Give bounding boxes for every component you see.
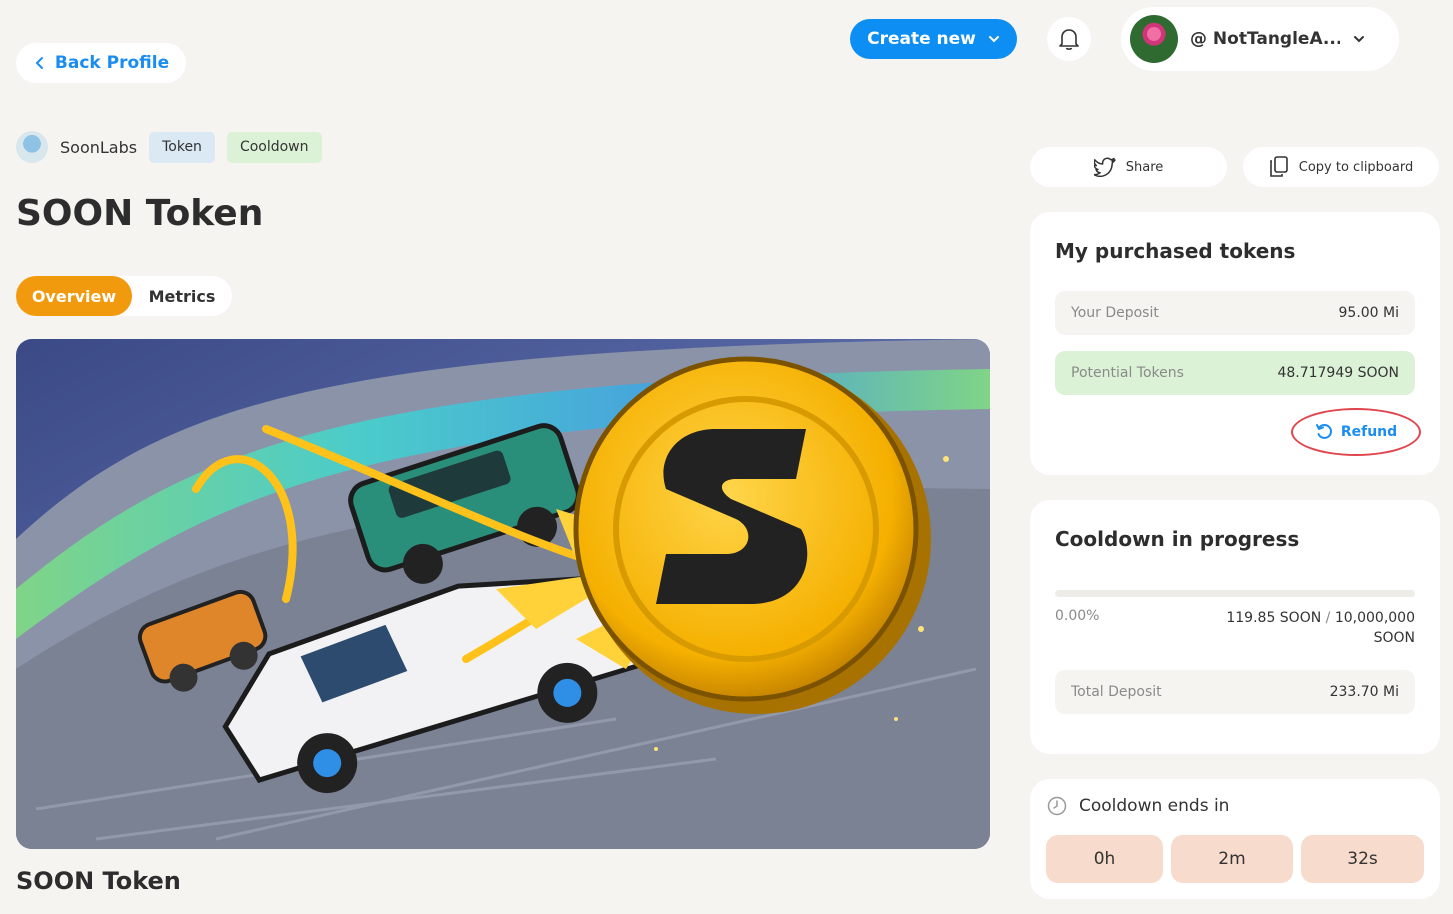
avatar bbox=[1130, 15, 1178, 63]
amount-separator: / bbox=[1325, 610, 1331, 626]
tab-metrics[interactable]: Metrics bbox=[132, 276, 232, 316]
tab-bar: Overview Metrics bbox=[16, 276, 232, 316]
breadcrumb: SoonLabs Token Cooldown bbox=[16, 131, 322, 163]
potential-tokens-value: 48.717949 SOON bbox=[1277, 365, 1399, 381]
your-deposit-value: 95.00 Mi bbox=[1338, 305, 1400, 321]
total-deposit-label: Total Deposit bbox=[1071, 684, 1162, 700]
bell-icon bbox=[1059, 29, 1079, 50]
refund-button[interactable]: Refund bbox=[1291, 408, 1421, 456]
sold-amounts: 119.85 SOON / 10,000,000 SOON bbox=[1215, 608, 1415, 648]
user-name: @ NotTangleA... bbox=[1190, 29, 1340, 49]
total-deposit-row: Total Deposit 233.70 Mi bbox=[1055, 670, 1415, 714]
notifications-button[interactable] bbox=[1047, 17, 1091, 61]
minutes-box: 2m bbox=[1171, 835, 1293, 883]
chevron-left-icon bbox=[35, 57, 43, 69]
user-menu-button[interactable]: @ NotTangleA... bbox=[1121, 7, 1399, 71]
total-unit: SOON bbox=[1373, 630, 1415, 646]
total-value: 10,000,000 bbox=[1334, 610, 1415, 626]
your-deposit-row: Your Deposit 95.00 Mi bbox=[1055, 291, 1415, 335]
potential-tokens-row: Potential Tokens 48.717949 SOON bbox=[1055, 351, 1415, 395]
cooldown-ends-header: Cooldown ends in bbox=[1047, 796, 1229, 816]
cooldown-progress-bar bbox=[1055, 590, 1415, 597]
refund-label: Refund bbox=[1340, 424, 1398, 440]
create-new-label: Create new bbox=[867, 29, 976, 49]
space-logo[interactable] bbox=[16, 131, 48, 163]
your-deposit-label: Your Deposit bbox=[1071, 305, 1159, 321]
create-new-button[interactable]: Create new bbox=[850, 19, 1017, 59]
cooldown-ends-card: Cooldown ends in 0h 2m 32s bbox=[1030, 779, 1440, 899]
chevron-down-icon bbox=[1354, 36, 1364, 43]
progress-percent: 0.00% bbox=[1055, 608, 1100, 624]
page-title: SOON Token bbox=[16, 193, 264, 234]
potential-tokens-label: Potential Tokens bbox=[1071, 365, 1184, 381]
copy-label: Copy to clipboard bbox=[1298, 159, 1414, 175]
clock-icon bbox=[1047, 796, 1067, 816]
copy-to-clipboard-button[interactable]: Copy to clipboard bbox=[1243, 147, 1439, 187]
share-label: Share bbox=[1125, 159, 1164, 175]
token-banner-image bbox=[16, 339, 990, 849]
undo-icon bbox=[1315, 423, 1332, 439]
sold-value: 119.85 SOON bbox=[1226, 610, 1322, 626]
cooldown-progress-card: Cooldown in progress 0.00% 119.85 SOON /… bbox=[1030, 500, 1440, 754]
cooldown-ends-label: Cooldown ends in bbox=[1079, 796, 1230, 816]
share-button[interactable]: Share bbox=[1030, 147, 1227, 187]
tab-overview[interactable]: Overview bbox=[16, 276, 132, 316]
total-deposit-value: 233.70 Mi bbox=[1329, 684, 1399, 700]
copy-icon bbox=[1269, 156, 1288, 177]
cooldown-title: Cooldown in progress bbox=[1055, 527, 1300, 551]
hours-box: 0h bbox=[1046, 835, 1163, 883]
section-title: SOON Token bbox=[16, 867, 181, 895]
back-profile-button[interactable]: Back Profile bbox=[16, 43, 186, 83]
cooldown-tag: Cooldown bbox=[226, 131, 322, 163]
token-tag: Token bbox=[149, 131, 215, 163]
chevron-down-icon bbox=[988, 36, 999, 43]
back-profile-label: Back Profile bbox=[54, 53, 170, 73]
twitter-icon bbox=[1093, 157, 1116, 177]
seconds-box: 32s bbox=[1301, 835, 1424, 883]
purchased-title: My purchased tokens bbox=[1055, 239, 1296, 263]
space-name-link[interactable]: SoonLabs bbox=[60, 138, 137, 157]
